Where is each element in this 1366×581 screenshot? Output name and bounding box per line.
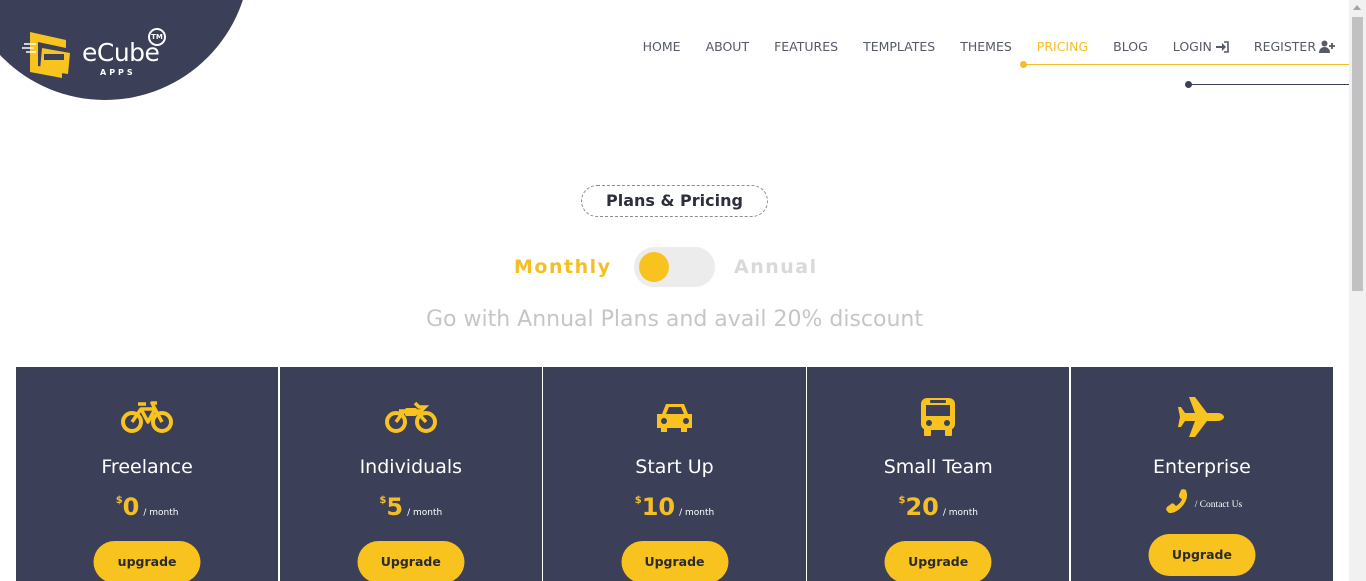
sign-in-icon [1215, 40, 1229, 53]
billing-toggle-row: Monthly Annual [500, 247, 840, 287]
upgrade-button-individuals[interactable]: Upgrade [357, 541, 465, 581]
price-amount: 0 [122, 493, 140, 521]
plan-name: Start Up [635, 456, 714, 478]
nav-login[interactable]: LOGIN [1173, 39, 1229, 54]
scrollbar-thumb[interactable] [1352, 17, 1363, 291]
price-amount: 10 [641, 493, 676, 521]
plans-pricing-badge: Plans & Pricing [581, 185, 768, 217]
logo[interactable]: eCube APPS TM [22, 26, 172, 86]
nav-active-dot [1020, 61, 1027, 68]
scroll-up-arrow-icon[interactable] [1353, 5, 1361, 10]
upgrade-button-small-team[interactable]: Upgrade [884, 541, 992, 581]
billing-toggle-switch[interactable] [634, 247, 715, 287]
decorative-dot [1185, 81, 1192, 88]
nav-templates[interactable]: TEMPLATES [863, 39, 935, 54]
nav-home[interactable]: HOME [643, 39, 681, 54]
user-plus-icon [1319, 40, 1335, 53]
plan-card-small-team: Small Team $20/ month Upgrade [807, 367, 1070, 581]
billing-monthly-label[interactable]: Monthly [514, 256, 612, 278]
pricing-cards: Freelance $0/ month upgrade Individuals … [16, 367, 1334, 581]
trademark-badge: TM [148, 28, 166, 46]
upgrade-button-enterprise[interactable]: Upgrade [1148, 534, 1256, 576]
price-currency: $ [634, 495, 642, 506]
price-period: / month [679, 508, 715, 518]
nav-features[interactable]: FEATURES [774, 39, 838, 54]
nav-pricing[interactable]: PRICING [1037, 39, 1088, 54]
plan-name: Enterprise [1153, 456, 1251, 478]
discount-text: Go with Annual Plans and avail 20% disco… [426, 307, 923, 332]
price-amount: 20 [905, 493, 939, 521]
bicycle-icon [121, 397, 174, 437]
contact-us-label: / Contact Us [1194, 500, 1243, 510]
page: eCube APPS TM HOME ABOUT FEATURES TEMPLA… [0, 0, 1366, 581]
plan-card-freelance: Freelance $0/ month upgrade [16, 367, 279, 581]
plane-icon [1176, 397, 1228, 437]
nav-about[interactable]: ABOUT [706, 39, 750, 54]
nav-register[interactable]: REGISTER [1254, 39, 1336, 54]
logo-subtitle: APPS [100, 68, 136, 77]
bus-icon [912, 397, 964, 437]
nav-active-underline [1023, 64, 1350, 65]
plan-card-startup: Start Up $10/ month Upgrade [543, 367, 806, 581]
decorative-line [1188, 84, 1350, 85]
main-nav: HOME ABOUT FEATURES TEMPLATES THEMES PRI… [618, 39, 1336, 54]
plan-card-enterprise: Enterprise / Contact Us Upgrade [1070, 367, 1334, 581]
logo-wordmark: eCube [82, 38, 160, 67]
plan-price: $5/ month [280, 493, 542, 521]
contact-us[interactable]: / Contact Us [1071, 487, 1333, 517]
plan-name: Individuals [359, 456, 463, 478]
motorcycle-icon [384, 397, 437, 437]
ecube-logo-icon [22, 32, 70, 78]
price-period: / month [942, 508, 978, 518]
billing-annual-label[interactable]: Annual [734, 256, 818, 278]
upgrade-button-freelance[interactable]: upgrade [93, 541, 201, 581]
nav-blog[interactable]: BLOG [1113, 39, 1148, 54]
toggle-knob [639, 252, 669, 282]
phone-icon [1165, 489, 1187, 514]
plan-name: Freelance [101, 456, 193, 478]
car-icon [649, 397, 701, 437]
plan-price: $20/ month [807, 493, 1069, 521]
price-period: / month [143, 508, 179, 518]
price-amount: 5 [386, 493, 404, 521]
plan-name: Small Team [883, 456, 993, 478]
upgrade-button-startup[interactable]: Upgrade [621, 541, 728, 581]
price-period: / month [407, 508, 443, 518]
nav-themes[interactable]: THEMES [960, 39, 1012, 54]
nav-register-label: REGISTER [1253, 39, 1316, 54]
page-scrollbar[interactable] [1349, 0, 1366, 581]
price-currency: $ [115, 495, 123, 506]
plan-price: $0/ month [16, 493, 278, 521]
plan-card-individuals: Individuals $5/ month Upgrade [279, 367, 542, 581]
nav-login-label: LOGIN [1172, 39, 1212, 54]
plan-price: $10/ month [543, 493, 805, 521]
